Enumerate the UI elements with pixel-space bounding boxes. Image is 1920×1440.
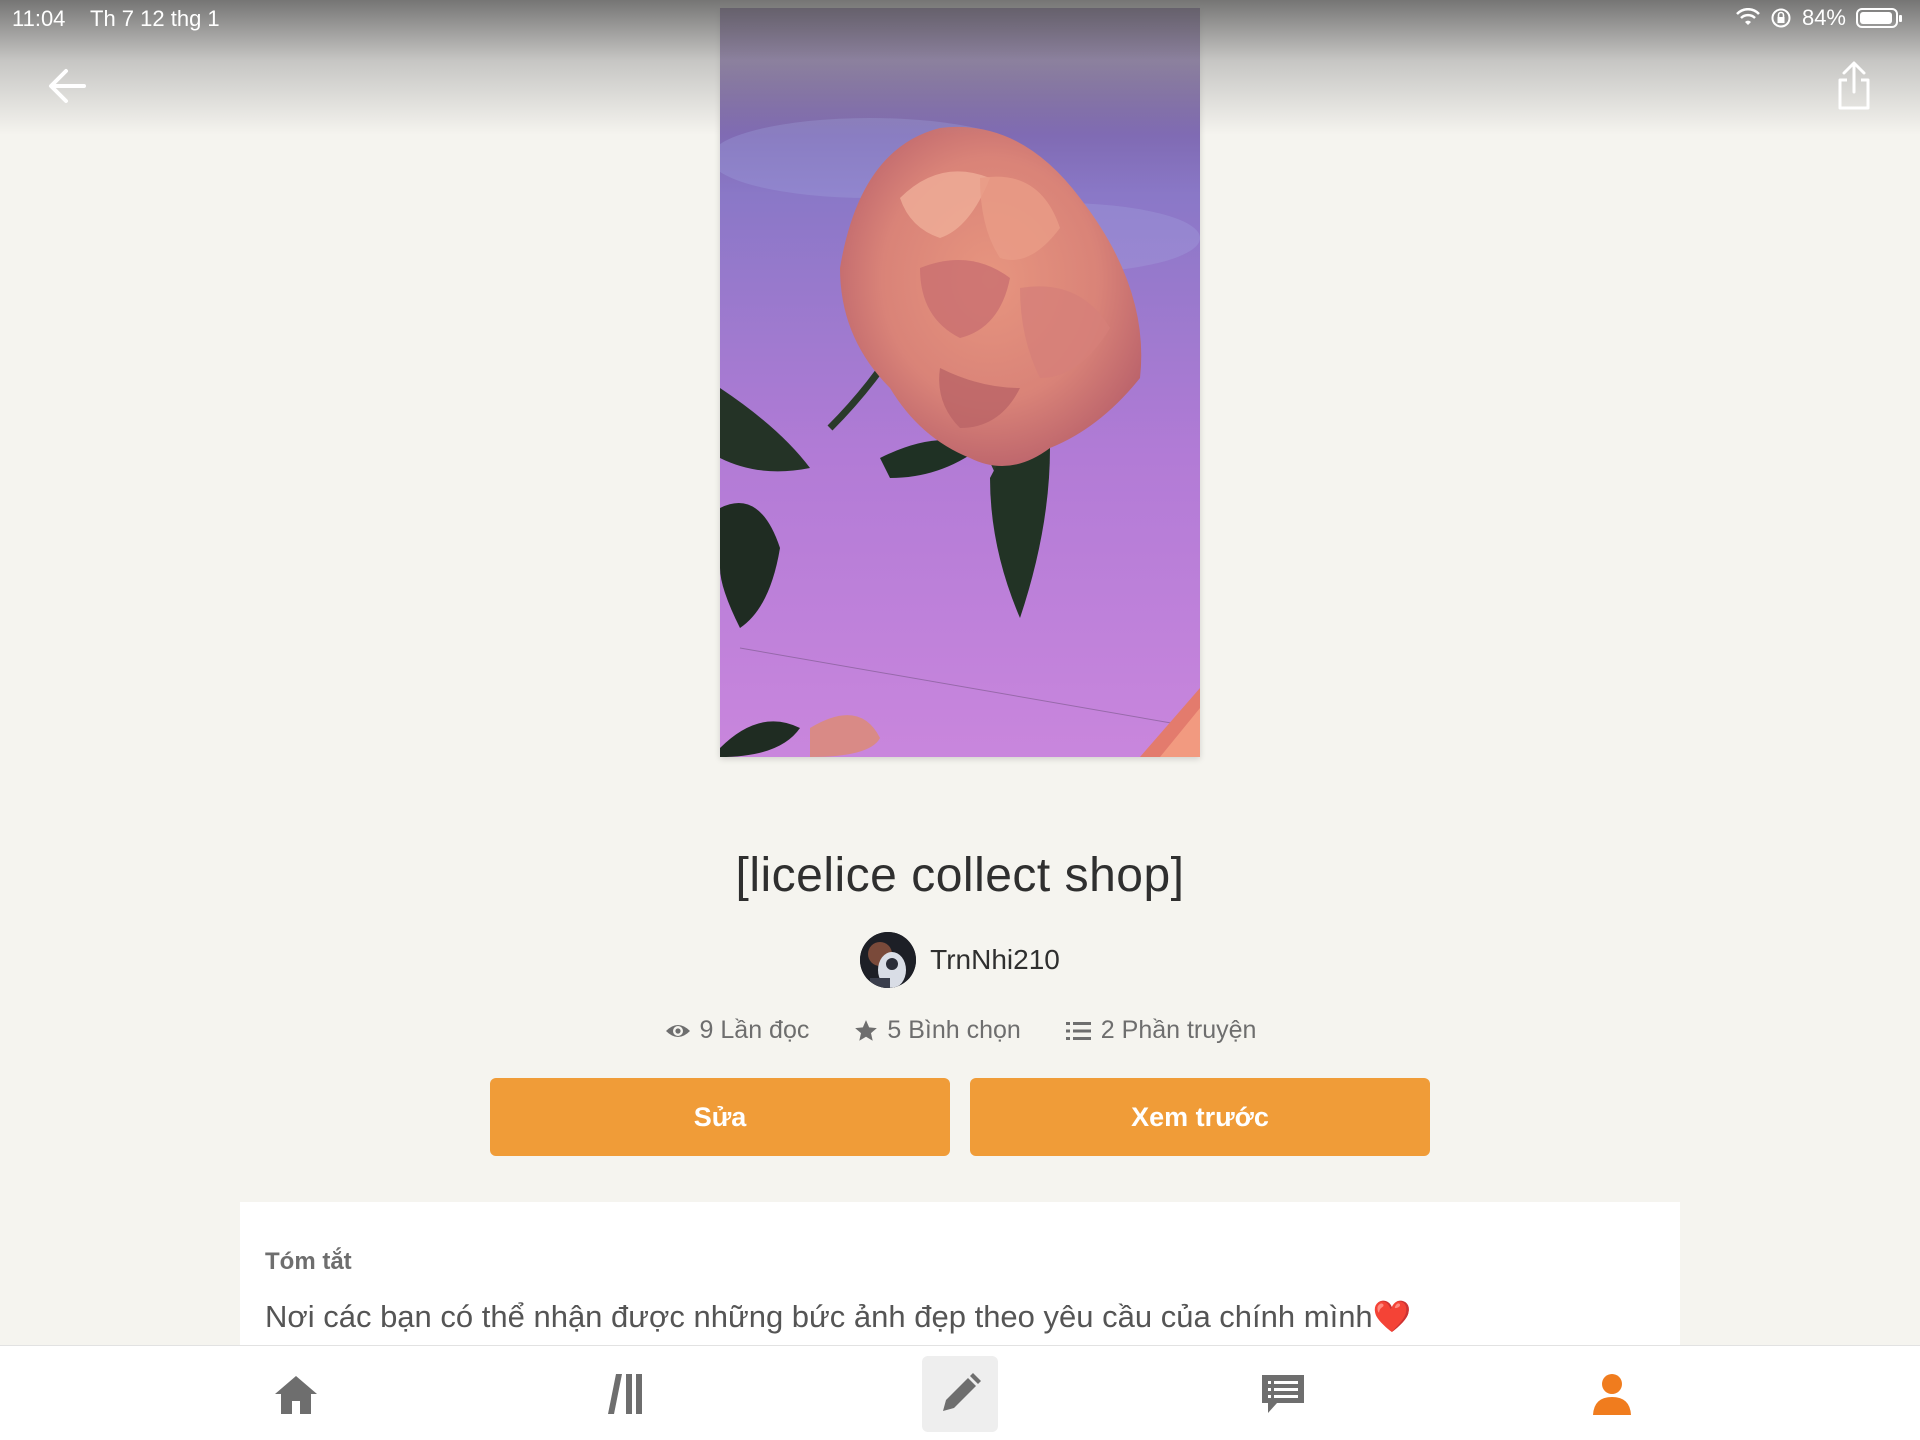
tab-messages[interactable] — [1245, 1356, 1321, 1432]
home-icon — [275, 1376, 317, 1414]
pencil-icon — [943, 1373, 981, 1411]
share-button[interactable] — [1828, 58, 1880, 114]
battery-icon — [1856, 8, 1902, 28]
preview-button[interactable]: Xem trước — [970, 1078, 1430, 1156]
summary-card: Tóm tắt Nơi các bạn có thể nhận được nhữ… — [240, 1202, 1680, 1362]
library-icon — [608, 1374, 642, 1414]
summary-text: Nơi các bạn có thể nhận được những bức ả… — [265, 1298, 1411, 1335]
summary-label: Tóm tắt — [265, 1248, 352, 1275]
action-buttons: Sửa Xem trước — [490, 1078, 1430, 1156]
list-icon — [1065, 1021, 1091, 1040]
story-title: [licelice collect shop] — [735, 849, 1185, 902]
author-row[interactable]: TrnNhi210 — [0, 932, 1920, 988]
author-name[interactable]: TrnNhi210 — [930, 944, 1060, 976]
tab-profile[interactable] — [1574, 1356, 1650, 1432]
parts-count: 2 Phần truyện — [1100, 1016, 1257, 1044]
reads-count: 9 Lần đọc — [699, 1016, 810, 1044]
tab-home[interactable] — [258, 1356, 334, 1432]
reads-stat: 9 Lần đọc — [664, 1016, 810, 1045]
orientation-lock-icon — [1771, 8, 1791, 28]
bottom-tab-bar — [0, 1345, 1920, 1440]
arrow-left-icon — [49, 69, 86, 103]
heart-emoji: ❤️ — [1372, 1299, 1412, 1334]
story-details-page: 11:04 Th 7 12 thg 1 84% [licelice collec… — [0, 0, 1920, 1440]
parts-stat: 2 Phần truyện — [1065, 1016, 1257, 1045]
share-icon — [1838, 61, 1870, 110]
summary-body: Nơi các bạn có thể nhận được những bức ả… — [265, 1299, 1373, 1334]
status-date: Th 7 12 thg 1 — [90, 6, 220, 31]
edit-button[interactable]: Sửa — [490, 1078, 950, 1156]
star-icon — [855, 1019, 878, 1041]
messages-icon — [1262, 1375, 1304, 1413]
story-stats: 9 Lần đọc 5 Bình chọn 2 Phần truyện — [0, 1016, 1920, 1045]
votes-count: 5 Bình chọn — [887, 1016, 1021, 1044]
eye-icon — [665, 1024, 690, 1037]
votes-stat: 5 Bình chọn — [853, 1016, 1021, 1045]
status-time: 11:04 — [12, 6, 66, 31]
status-bar: 11:04 Th 7 12 thg 1 84% — [0, 0, 1920, 36]
status-right: 84% — [1736, 5, 1902, 31]
tab-library[interactable] — [587, 1356, 663, 1432]
profile-icon — [1593, 1374, 1631, 1415]
battery-percent: 84% — [1801, 5, 1846, 30]
back-button[interactable] — [40, 58, 96, 114]
wifi-icon — [1736, 8, 1760, 25]
avatar[interactable] — [860, 932, 917, 988]
tab-write[interactable] — [922, 1356, 998, 1432]
